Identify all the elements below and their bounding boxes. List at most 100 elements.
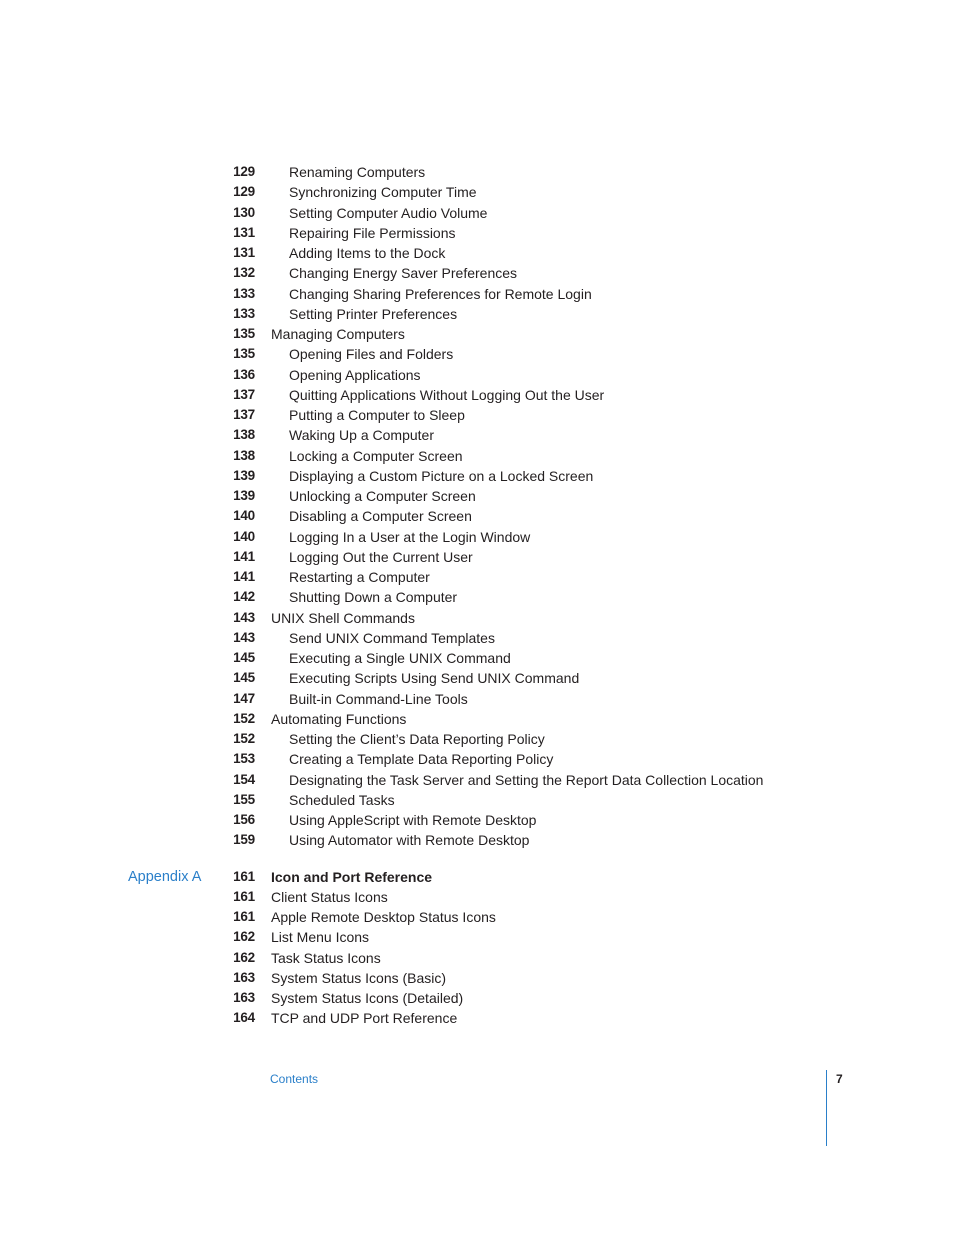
toc-entry[interactable]: 140 Logging In a User at the Login Window	[0, 527, 954, 547]
table-of-contents: 129 Renaming Computers 129 Synchronizing Co…	[0, 162, 954, 1029]
toc-page-number: 141	[233, 569, 255, 584]
toc-entry[interactable]: 130 Setting Computer Audio Volume	[0, 203, 954, 223]
toc-entry-title[interactable]: Task Status Icons	[271, 948, 381, 968]
toc-entry-title[interactable]: Shutting Down a Computer	[289, 587, 457, 607]
toc-entry[interactable]: 145 Executing a Single UNIX Command	[0, 648, 954, 668]
toc-page-number: 164	[233, 1010, 255, 1026]
toc-entry[interactable]: 133 Setting Printer Preferences	[0, 304, 954, 324]
toc-page-number: 162	[233, 929, 255, 945]
toc-entry[interactable]: 155 Scheduled Tasks	[0, 790, 954, 810]
toc-entry-title[interactable]: Designating the Task Server and Setting …	[289, 770, 763, 790]
toc-entry-title[interactable]: Restarting a Computer	[289, 567, 430, 587]
toc-entry[interactable]: 140 Disabling a Computer Screen	[0, 506, 954, 526]
toc-entry-title[interactable]: List Menu Icons	[271, 927, 369, 947]
toc-entry-title[interactable]: Unlocking a Computer Screen	[289, 486, 476, 506]
toc-entry[interactable]: 143 Send UNIX Command Templates	[0, 628, 954, 648]
toc-page-number: 142	[233, 589, 255, 605]
toc-entry-title[interactable]: Changing Energy Saver Preferences	[289, 263, 517, 283]
toc-entry-title[interactable]: Opening Applications	[289, 365, 421, 385]
toc-entry[interactable]: 139 Unlocking a Computer Screen	[0, 486, 954, 506]
toc-entry-title[interactable]: Send UNIX Command Templates	[289, 628, 495, 648]
toc-page-number: 145	[233, 670, 255, 686]
toc-entry[interactable]: 161 Apple Remote Desktop Status Icons	[0, 907, 954, 927]
toc-entry[interactable]: 131 Repairing File Permissions	[0, 223, 954, 243]
toc-entry[interactable]: 163 System Status Icons (Basic)	[0, 968, 954, 988]
toc-entry[interactable]: 138 Locking a Computer Screen	[0, 446, 954, 466]
toc-entry-title[interactable]: Apple Remote Desktop Status Icons	[271, 907, 496, 927]
appendix-heading[interactable]: 161 Icon and Port Reference Appendix A	[0, 867, 954, 887]
toc-entry-title[interactable]: UNIX Shell Commands	[271, 608, 415, 628]
page-number: 7	[836, 1072, 843, 1086]
toc-entry-title[interactable]: Built-in Command-Line Tools	[289, 689, 468, 709]
toc-entry[interactable]: 143 UNIX Shell Commands	[0, 608, 954, 628]
toc-entry[interactable]: 156 Using AppleScript with Remote Desktop	[0, 810, 954, 830]
toc-entry-title[interactable]: Displaying a Custom Picture on a Locked …	[289, 466, 593, 486]
toc-entry-title[interactable]: Repairing File Permissions	[289, 223, 456, 243]
toc-entry[interactable]: 138 Waking Up a Computer	[0, 425, 954, 445]
toc-entry-title[interactable]: Automating Functions	[271, 709, 406, 729]
toc-entry[interactable]: 133 Changing Sharing Preferences for Remo…	[0, 284, 954, 304]
toc-entry[interactable]: 135 Opening Files and Folders	[0, 344, 954, 364]
toc-entry[interactable]: 145 Executing Scripts Using Send UNIX Com…	[0, 668, 954, 688]
toc-entry[interactable]: 163 System Status Icons (Detailed)	[0, 988, 954, 1008]
toc-page-number: 131	[233, 245, 255, 260]
toc-entry-title[interactable]: Logging In a User at the Login Window	[289, 527, 530, 547]
toc-entry[interactable]: 164 TCP and UDP Port Reference	[0, 1008, 954, 1028]
toc-page-number: 133	[233, 305, 255, 321]
toc-entry-title[interactable]: Setting Printer Preferences	[289, 304, 457, 324]
toc-entry-title[interactable]: Synchronizing Computer Time	[289, 182, 477, 202]
toc-entry[interactable]: 154 Designating the Task Server and Setti…	[0, 770, 954, 790]
toc-entry-title[interactable]: Executing a Single UNIX Command	[289, 648, 511, 668]
toc-entry-title[interactable]: Adding Items to the Dock	[289, 243, 445, 263]
toc-entry[interactable]: 136 Opening Applications	[0, 365, 954, 385]
toc-entry[interactable]: 152 Setting the Client’s Data Reporting P…	[0, 729, 954, 749]
toc-page-number: 137	[233, 386, 255, 402]
toc-entry[interactable]: 132 Changing Energy Saver Preferences	[0, 263, 954, 283]
toc-entry-title[interactable]: Opening Files and Folders	[289, 344, 453, 364]
toc-page-number: 143	[233, 629, 255, 645]
toc-entry[interactable]: 137 Putting a Computer to Sleep	[0, 405, 954, 425]
toc-entry[interactable]: 162 List Menu Icons	[0, 927, 954, 947]
toc-entry-title[interactable]: Setting the Client’s Data Reporting Poli…	[289, 729, 545, 749]
toc-page-number: 136	[233, 366, 255, 382]
toc-entry[interactable]: 137 Quitting Applications Without Logging…	[0, 385, 954, 405]
toc-entry-title[interactable]: Client Status Icons	[271, 887, 388, 907]
toc-entry[interactable]: 142 Shutting Down a Computer	[0, 587, 954, 607]
toc-entry-title[interactable]: Using AppleScript with Remote Desktop	[289, 810, 536, 830]
toc-entry[interactable]: 153 Creating a Template Data Reporting Po…	[0, 749, 954, 769]
toc-entry-title[interactable]: Setting Computer Audio Volume	[289, 203, 487, 223]
toc-entry[interactable]: 141 Restarting a Computer	[0, 567, 954, 587]
toc-entry[interactable]: 159 Using Automator with Remote Desktop	[0, 830, 954, 850]
toc-entry-title[interactable]: Locking a Computer Screen	[289, 446, 463, 466]
toc-entry[interactable]: 129 Renaming Computers	[0, 162, 954, 182]
toc-entry-title[interactable]: Waking Up a Computer	[289, 425, 434, 445]
toc-entry[interactable]: 141 Logging Out the Current User	[0, 547, 954, 567]
toc-entry-title[interactable]: System Status Icons (Basic)	[271, 968, 446, 988]
toc-entry[interactable]: 161 Client Status Icons	[0, 887, 954, 907]
toc-page-number: 152	[233, 731, 255, 746]
toc-entry-title[interactable]: Executing Scripts Using Send UNIX Comman…	[289, 668, 579, 688]
toc-page-number: 153	[233, 751, 255, 767]
toc-entry[interactable]: 131 Adding Items to the Dock	[0, 243, 954, 263]
toc-entry[interactable]: 147 Built-in Command-Line Tools	[0, 689, 954, 709]
toc-entry-title[interactable]: Icon and Port Reference	[271, 867, 432, 887]
toc-entry-title[interactable]: Putting a Computer to Sleep	[289, 405, 465, 425]
toc-entry[interactable]: 129 Synchronizing Computer Time	[0, 182, 954, 202]
toc-entry-title[interactable]: TCP and UDP Port Reference	[271, 1008, 457, 1028]
toc-entry-title[interactable]: Quitting Applications Without Logging Ou…	[289, 385, 604, 405]
toc-entry-title[interactable]: Changing Sharing Preferences for Remote …	[289, 284, 592, 304]
toc-entry-title[interactable]: System Status Icons (Detailed)	[271, 988, 463, 1008]
toc-entry[interactable]: 152 Automating Functions	[0, 709, 954, 729]
toc-entry-title[interactable]: Using Automator with Remote Desktop	[289, 830, 529, 850]
toc-entry-title[interactable]: Logging Out the Current User	[289, 547, 473, 567]
toc-entry-title[interactable]: Renaming Computers	[289, 162, 425, 182]
appendix-label[interactable]: Appendix A	[128, 867, 201, 887]
toc-entry-title[interactable]: Scheduled Tasks	[289, 790, 395, 810]
toc-entry-title[interactable]: Creating a Template Data Reporting Polic…	[289, 749, 553, 769]
toc-entry[interactable]: 135 Managing Computers	[0, 324, 954, 344]
toc-entry-title[interactable]: Disabling a Computer Screen	[289, 506, 472, 526]
toc-entry[interactable]: 162 Task Status Icons	[0, 948, 954, 968]
toc-entry[interactable]: 139 Displaying a Custom Picture on a Lock…	[0, 466, 954, 486]
toc-entry-title[interactable]: Managing Computers	[271, 324, 405, 344]
